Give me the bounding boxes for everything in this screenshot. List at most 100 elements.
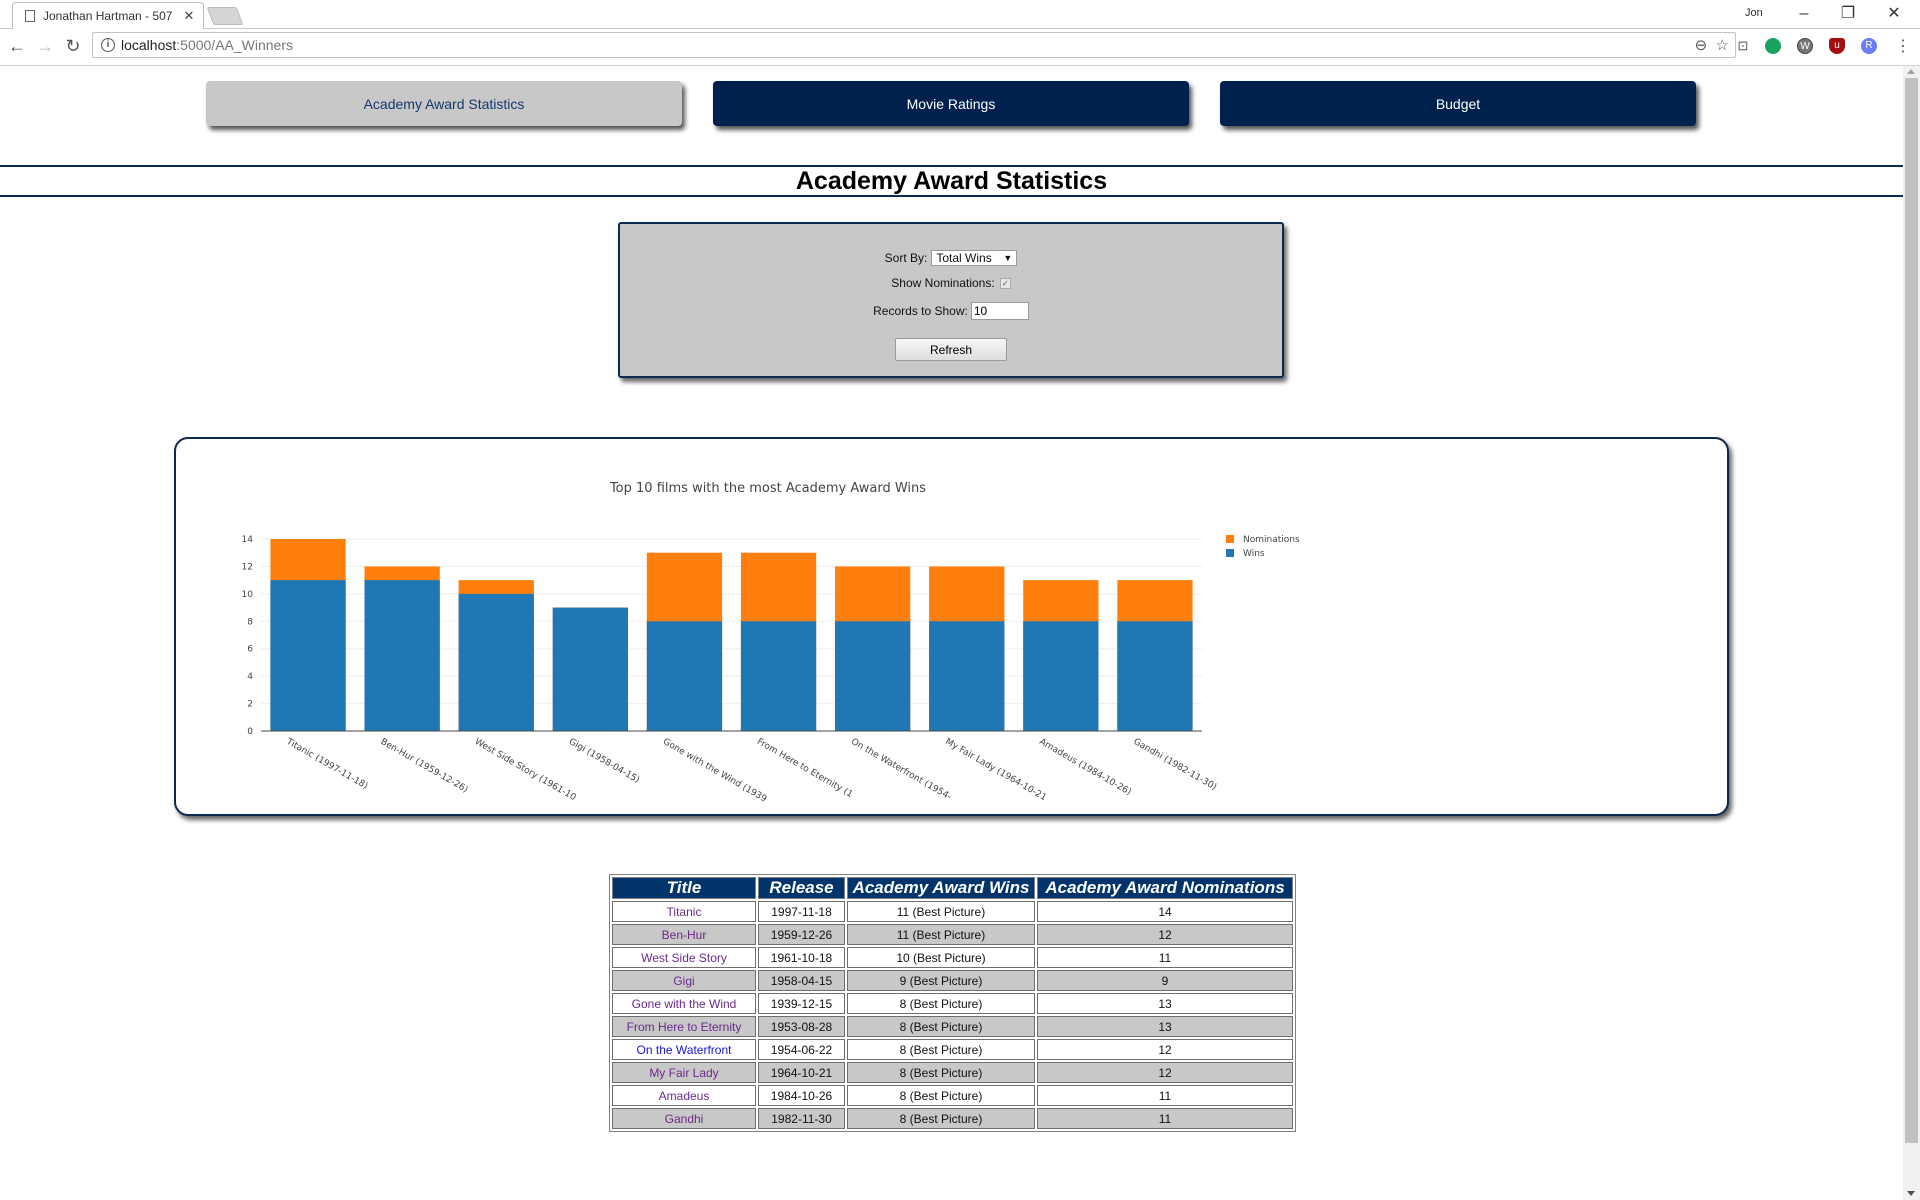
cell-title: Ben-Hur (612, 924, 756, 945)
vertical-scrollbar[interactable] (1903, 66, 1920, 1200)
scroll-up-icon[interactable] (1907, 69, 1915, 74)
url-path: :5000/AA_Winners (176, 37, 293, 53)
address-bar[interactable]: i localhost:5000/AA_Winners ⊖ ☆ (92, 32, 1736, 58)
cell-wins: 8 (Best Picture) (847, 1039, 1035, 1060)
movie-title-link[interactable]: My Fair Lady (649, 1066, 718, 1080)
legend-swatch-wins[interactable] (1226, 549, 1234, 557)
bar-wins[interactable] (270, 580, 346, 731)
back-icon[interactable]: ← (6, 36, 28, 57)
cell-wins: 11 (Best Picture) (847, 901, 1035, 922)
new-tab-button[interactable] (206, 7, 244, 25)
table-row: My Fair Lady 1964-10-21 8 (Best Picture) 12 (612, 1062, 1293, 1083)
x-tick-label: Gandhi (1982-11-30) (1131, 737, 1218, 793)
sort-by-value: Total Wins (936, 251, 992, 265)
omnibox-actions: ⊖ ☆ (1695, 36, 1729, 54)
cell-wins: 8 (Best Picture) (847, 1085, 1035, 1106)
legend-label-wins[interactable]: Wins (1243, 549, 1265, 559)
movie-title-link[interactable]: Amadeus (659, 1089, 710, 1103)
cell-wins: 8 (Best Picture) (847, 993, 1035, 1014)
zoom-icon[interactable]: ⊖ (1695, 37, 1708, 54)
records-to-show-input[interactable] (970, 302, 1029, 320)
header-release: Release (758, 877, 845, 899)
movie-title-link[interactable]: Gone with the Wind (632, 997, 737, 1011)
movie-title-link[interactable]: Ben-Hur (662, 928, 707, 942)
x-tick-label: West Side Story (1961-10 (473, 737, 578, 803)
x-tick-label: My Fair Lady (1964-10-21 (943, 737, 1048, 803)
y-tick-label: 0 (247, 727, 253, 737)
cell-nominations: 13 (1037, 993, 1293, 1014)
x-tick-label: On the Waterfront (1954- (849, 737, 953, 803)
cell-wins: 9 (Best Picture) (847, 970, 1035, 991)
bar-wins[interactable] (1117, 621, 1193, 731)
close-tab-icon[interactable]: ✕ (181, 8, 197, 24)
movie-title-link[interactable]: Titanic (667, 905, 702, 919)
bar-wins[interactable] (740, 621, 817, 731)
nav-budget[interactable]: Budget (1220, 81, 1696, 126)
refresh-button[interactable]: Refresh (895, 338, 1007, 361)
forward-icon[interactable]: → (34, 36, 56, 57)
cast-icon[interactable]: ⊡ (1735, 38, 1751, 54)
table-row: West Side Story 1961-10-18 10 (Best Pictur… (612, 947, 1293, 968)
table-row: Amadeus 1984-10-26 8 (Best Picture) 11 (612, 1085, 1293, 1106)
nav-movie-ratings[interactable]: Movie Ratings (713, 81, 1189, 126)
cell-title: West Side Story (612, 947, 756, 968)
close-window-icon[interactable]: ✕ (1874, 2, 1914, 26)
chart-bars (261, 539, 1202, 732)
browser-tab[interactable]: Jonathan Hartman - 507 ✕ (12, 2, 204, 29)
x-tick-label: Gone with the Wind (1939 (661, 737, 768, 805)
x-axis-ticks: Titanic (1997-11-18) Ben-Hur (1959-12-26)… (284, 736, 1218, 804)
legend-swatch-nominations[interactable] (1226, 535, 1234, 543)
movie-title-link[interactable]: Gigi (673, 974, 694, 988)
bar-wins[interactable] (929, 621, 1005, 731)
movie-title-link[interactable]: From Here to Eternity (627, 1020, 742, 1034)
page-icon (25, 10, 35, 22)
minimize-icon[interactable]: – (1784, 2, 1824, 26)
bar-chart[interactable]: Top 10 films with the most Academy Award… (176, 439, 1727, 814)
bar-wins[interactable] (364, 580, 440, 731)
cell-release: 1958-04-15 (758, 970, 845, 991)
chart-title: Top 10 films with the most Academy Award… (609, 481, 926, 496)
bar-wins[interactable] (458, 593, 534, 731)
bar-wins[interactable] (835, 621, 911, 731)
reload-icon[interactable]: ↻ (62, 36, 84, 57)
movie-title-link[interactable]: On the Waterfront (637, 1043, 732, 1057)
table-header-row: Title Release Academy Award Wins Academy… (612, 877, 1293, 899)
sort-by-select[interactable]: Total Wins ▼ (931, 250, 1018, 266)
results-table: Title Release Academy Award Wins Academy… (609, 874, 1296, 1132)
table-row: Gandhi 1982-11-30 8 (Best Picture) 11 (612, 1108, 1293, 1129)
y-tick-label: 4 (247, 672, 253, 682)
table-row: On the Waterfront 1954-06-22 8 (Best Pictu… (612, 1039, 1293, 1060)
show-nominations-checkbox[interactable]: ✓ (999, 277, 1011, 289)
cell-nominations: 9 (1037, 970, 1293, 991)
cell-release: 1964-10-21 (758, 1062, 845, 1083)
show-nominations-label: Show Nominations: (891, 276, 995, 290)
chart-panel: Top 10 films with the most Academy Award… (174, 437, 1729, 816)
bookmark-star-icon[interactable]: ☆ (1716, 37, 1729, 54)
cell-release: 1961-10-18 (758, 947, 845, 968)
bar-wins[interactable] (1023, 621, 1099, 731)
bar-wins[interactable] (646, 621, 723, 731)
r-ext-icon[interactable]: R (1861, 38, 1877, 54)
ublock-ext-icon[interactable]: u (1829, 38, 1845, 54)
scroll-thumb[interactable] (1905, 78, 1918, 1143)
info-icon[interactable]: i (101, 38, 115, 52)
scroll-down-icon[interactable] (1907, 1191, 1915, 1196)
nav-academy-award-statistics[interactable]: Academy Award Statistics (206, 81, 682, 126)
cell-release: 1959-12-26 (758, 924, 845, 945)
menu-dots-icon[interactable]: ⋮ (1892, 36, 1914, 56)
header-wins: Academy Award Wins (847, 877, 1035, 899)
movie-title-link[interactable]: Gandhi (665, 1112, 704, 1126)
bar-wins[interactable] (552, 607, 628, 731)
movie-title-link[interactable]: West Side Story (641, 951, 727, 965)
y-tick-label: 14 (242, 535, 254, 545)
restore-icon[interactable]: ❐ (1828, 2, 1868, 26)
green-ext-icon[interactable] (1765, 38, 1781, 54)
wordpress-ext-icon[interactable]: W (1797, 38, 1813, 54)
cell-release: 1939-12-15 (758, 993, 845, 1014)
profile-name[interactable]: Jon (1745, 7, 1763, 19)
cell-title: Titanic (612, 901, 756, 922)
cell-nominations: 11 (1037, 1085, 1293, 1106)
cell-wins: 10 (Best Picture) (847, 947, 1035, 968)
chevron-down-icon: ▼ (1003, 253, 1013, 263)
legend-label-nominations[interactable]: Nominations (1243, 535, 1300, 545)
